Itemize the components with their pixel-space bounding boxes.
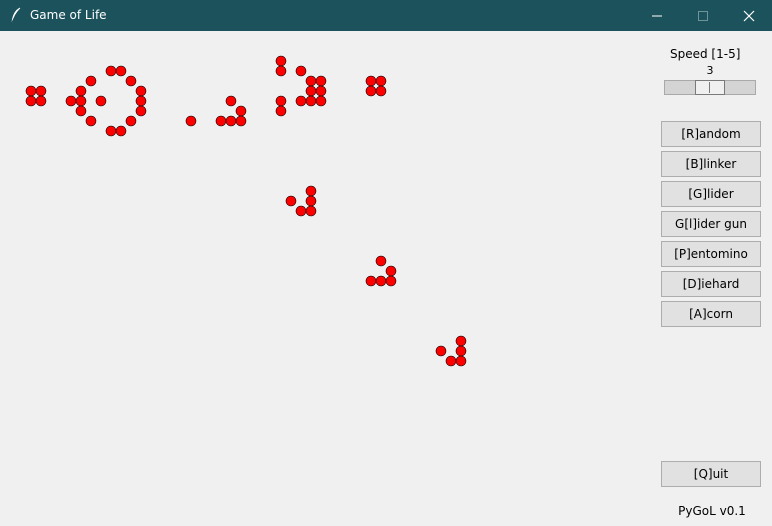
minimize-icon [652, 15, 662, 17]
live-cell [225, 95, 237, 107]
speed-slider-thumb[interactable] [695, 80, 725, 95]
control-panel: Speed [1-5] 3 [R]andom [B]linker [G]lide… [648, 31, 772, 522]
live-cell [375, 85, 387, 97]
live-cell [365, 85, 377, 97]
live-cell [125, 115, 137, 127]
live-cell [305, 75, 317, 87]
app-window: Game of Life Speed [1-5] 3 [R]andom [B]l… [0, 0, 772, 522]
diehard-button[interactable]: [D]iehard [661, 271, 761, 297]
random-button[interactable]: [R]andom [661, 121, 761, 147]
live-cell [85, 115, 97, 127]
live-cell [65, 95, 77, 107]
blinker-button[interactable]: [B]linker [661, 151, 761, 177]
speed-value: 3 [706, 64, 714, 77]
live-cell [35, 95, 47, 107]
live-cell [275, 65, 287, 77]
live-cell [315, 85, 327, 97]
live-cell [305, 85, 317, 97]
life-board[interactable] [0, 31, 648, 522]
live-cell [305, 185, 317, 197]
live-cell [275, 55, 287, 67]
live-cell [455, 345, 467, 357]
live-cell [105, 125, 117, 137]
window-title: Game of Life [30, 8, 107, 22]
live-cell [305, 95, 317, 107]
live-cell [25, 85, 37, 97]
live-cell [285, 195, 297, 207]
speed-label: Speed [1-5] [670, 47, 741, 61]
live-cell [295, 95, 307, 107]
maximize-icon [698, 11, 708, 21]
glider-gun-button[interactable]: G[l]ider gun [661, 211, 761, 237]
live-cell [225, 115, 237, 127]
live-cell [85, 75, 97, 87]
live-cell [75, 85, 87, 97]
live-cell [435, 345, 447, 357]
glider-button[interactable]: [G]lider [661, 181, 761, 207]
live-cell [75, 95, 87, 107]
pentomino-button[interactable]: [P]entomino [661, 241, 761, 267]
feather-icon [11, 7, 21, 23]
version-label: PyGoL v0.1 [678, 504, 746, 518]
live-cell [275, 95, 287, 107]
live-cell [375, 275, 387, 287]
live-cell [135, 95, 147, 107]
live-cell [105, 65, 117, 77]
live-cell [235, 105, 247, 117]
live-cell [75, 105, 87, 117]
live-cell [135, 105, 147, 117]
live-cell [295, 205, 307, 217]
live-cell [135, 85, 147, 97]
live-cell [385, 275, 397, 287]
live-cell [95, 95, 107, 107]
live-cell [185, 115, 197, 127]
live-cell [275, 105, 287, 117]
live-cell [35, 85, 47, 97]
live-cell [295, 65, 307, 77]
live-cell [365, 75, 377, 87]
live-cell [305, 205, 317, 217]
live-cell [375, 255, 387, 267]
live-cell [455, 335, 467, 347]
live-cell [215, 115, 227, 127]
live-cell [305, 195, 317, 207]
live-cell [315, 95, 327, 107]
close-icon [743, 10, 755, 22]
live-cell [235, 115, 247, 127]
live-cell [365, 275, 377, 287]
live-cell [115, 65, 127, 77]
live-cell [455, 355, 467, 367]
live-cell [115, 125, 127, 137]
quit-button[interactable]: [Q]uit [661, 461, 761, 487]
live-cell [375, 75, 387, 87]
live-cell [385, 265, 397, 277]
minimize-button[interactable] [634, 0, 680, 31]
close-button[interactable] [726, 0, 772, 31]
title-bar[interactable]: Game of Life [0, 0, 772, 31]
board-grid [25, 55, 467, 367]
live-cell [125, 75, 137, 87]
live-cell [315, 75, 327, 87]
live-cell [25, 95, 37, 107]
maximize-button[interactable] [680, 0, 726, 31]
live-cell [445, 355, 457, 367]
acorn-button[interactable]: [A]corn [661, 301, 761, 327]
